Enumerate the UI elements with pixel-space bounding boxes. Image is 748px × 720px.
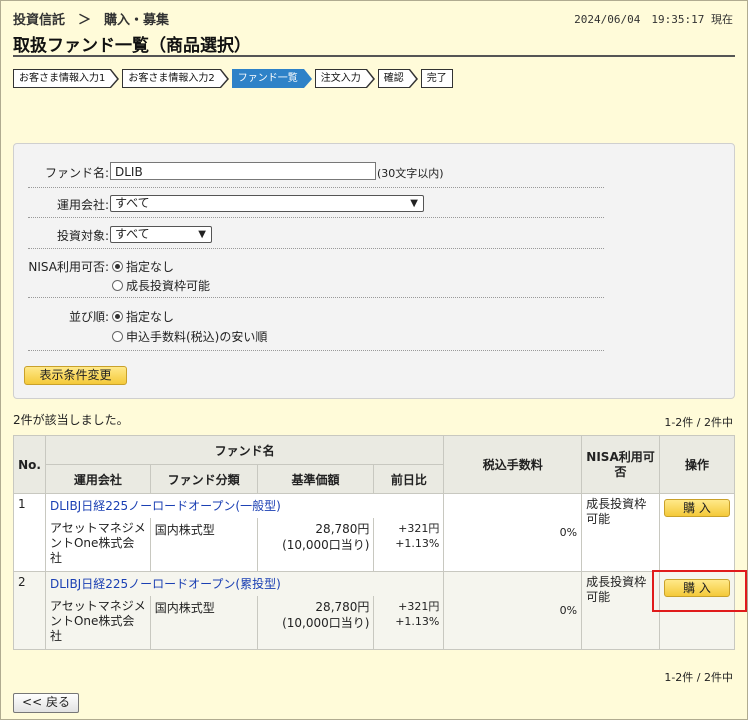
nisa-option-growth[interactable]: 成長投資枠可能 bbox=[112, 277, 210, 294]
company-select[interactable]: すべて ▼ bbox=[110, 195, 424, 212]
search-panel: ファンド名: DLIB (30文字以内) 運用会社: すべて ▼ 投資対象: す… bbox=[13, 143, 735, 399]
nisa-option-none[interactable]: 指定なし bbox=[112, 258, 174, 275]
nisa-cell: 成長投資枠可能 bbox=[581, 493, 660, 572]
fund-name-link[interactable]: DLIBJ日経225ノーロードオープン(一般型) bbox=[50, 499, 281, 513]
target-select-value: すべて bbox=[115, 227, 150, 241]
sort-label: 並び順: bbox=[68, 310, 109, 324]
apply-filter-button[interactable]: 表示条件変更 bbox=[24, 366, 127, 385]
fund-name-label: ファンド名: bbox=[44, 166, 109, 180]
category-cell: 国内株式型 bbox=[149, 595, 258, 650]
fee-cell: 0% bbox=[443, 571, 583, 650]
divider bbox=[28, 187, 604, 188]
header-fund-name: ファンド名 bbox=[44, 435, 445, 465]
divider bbox=[28, 248, 604, 249]
radio-selected-icon bbox=[112, 311, 123, 322]
table-row: 2 DLIBJ日経225ノーロードオープン(累投型) 0% 成長投資枠可能 購 … bbox=[13, 571, 736, 650]
chevron-down-icon: ▼ bbox=[198, 229, 206, 240]
nav-cell: 28,780円 (10,000口当り) bbox=[256, 517, 375, 572]
radio-icon bbox=[112, 331, 123, 342]
change-cell: +321円 +1.13% bbox=[373, 517, 445, 572]
divider bbox=[28, 297, 604, 298]
company-cell: アセットマネジメントOne株式会社 bbox=[44, 595, 151, 650]
timestamp: 2024/06/04 19:35:17 現在 bbox=[574, 13, 733, 26]
header-change: 前日比 bbox=[373, 464, 445, 494]
divider bbox=[28, 350, 604, 351]
nav-cell: 28,780円 (10,000口当り) bbox=[256, 595, 375, 650]
sort-option-fee[interactable]: 申込手数料(税込)の安い順 bbox=[112, 328, 267, 345]
step-confirm: 確認 bbox=[377, 69, 418, 88]
target-select[interactable]: すべて ▼ bbox=[110, 226, 212, 243]
fund-name-hint: (30文字以内) bbox=[377, 167, 444, 180]
nisa-label: NISA利用可否: bbox=[28, 260, 109, 274]
fund-name-cell: DLIBJ日経225ノーロードオープン(一般型) bbox=[44, 493, 445, 518]
fund-name-link[interactable]: DLIBJ日経225ノーロードオープン(累投型) bbox=[50, 577, 281, 591]
fund-table: No. ファンド名 税込手数料 NISA利用可否 操作 運用会社 ファンド分類 … bbox=[13, 435, 736, 650]
header-no: No. bbox=[13, 435, 46, 494]
back-button[interactable]: << 戻る bbox=[13, 693, 79, 713]
header-action: 操作 bbox=[658, 435, 736, 494]
divider bbox=[28, 217, 604, 218]
buy-button[interactable]: 購 入 bbox=[663, 499, 730, 517]
result-count: 2件が該当しました。 bbox=[13, 413, 129, 427]
pager-bottom: 1-2件 / 2件中 bbox=[664, 671, 733, 684]
fund-name-cell: DLIBJ日経225ノーロードオープン(累投型) bbox=[44, 571, 445, 596]
header-category: ファンド分類 bbox=[149, 464, 258, 494]
progress-steps: お客さま情報入力1 お客さま情報入力2 ファンド一覧 注文入力 確認 完了 bbox=[13, 69, 464, 88]
title-divider bbox=[13, 55, 735, 57]
row-no: 1 bbox=[13, 493, 46, 572]
header-fee: 税込手数料 bbox=[443, 435, 583, 494]
table-row: 1 DLIBJ日経225ノーロードオープン(一般型) 0% 成長投資枠可能 購 … bbox=[13, 493, 736, 572]
highlight-box bbox=[652, 570, 747, 612]
header-company: 運用会社 bbox=[44, 464, 151, 494]
page-title: 取扱ファンド一覧（商品選択） bbox=[13, 36, 251, 56]
chevron-down-icon: ▼ bbox=[410, 198, 418, 209]
breadcrumb: 投資信託 ＞ 購入・募集 bbox=[13, 13, 170, 28]
nisa-cell: 成長投資枠可能 bbox=[581, 571, 660, 650]
company-select-value: すべて bbox=[115, 196, 150, 210]
radio-icon bbox=[112, 280, 123, 291]
company-label: 運用会社: bbox=[56, 198, 109, 212]
company-cell: アセットマネジメントOne株式会社 bbox=[44, 517, 151, 572]
change-cell: +321円 +1.13% bbox=[373, 595, 445, 650]
step-customer-info-2: お客さま情報入力2 bbox=[122, 69, 230, 88]
category-cell: 国内株式型 bbox=[149, 517, 258, 572]
fund-name-input[interactable]: DLIB bbox=[110, 162, 376, 180]
pager-top: 1-2件 / 2件中 bbox=[664, 416, 733, 429]
fee-cell: 0% bbox=[443, 493, 583, 572]
header-nav: 基準価額 bbox=[256, 464, 375, 494]
step-fund-list: ファンド一覧 bbox=[231, 69, 312, 88]
step-complete: 完了 bbox=[420, 69, 453, 88]
radio-selected-icon bbox=[112, 261, 123, 272]
header-nisa: NISA利用可否 bbox=[581, 435, 660, 494]
step-order-input: 注文入力 bbox=[314, 69, 375, 88]
row-no: 2 bbox=[13, 571, 46, 650]
step-customer-info-1: お客さま情報入力1 bbox=[13, 69, 120, 88]
target-label: 投資対象: bbox=[56, 229, 109, 243]
sort-option-none[interactable]: 指定なし bbox=[112, 308, 174, 325]
